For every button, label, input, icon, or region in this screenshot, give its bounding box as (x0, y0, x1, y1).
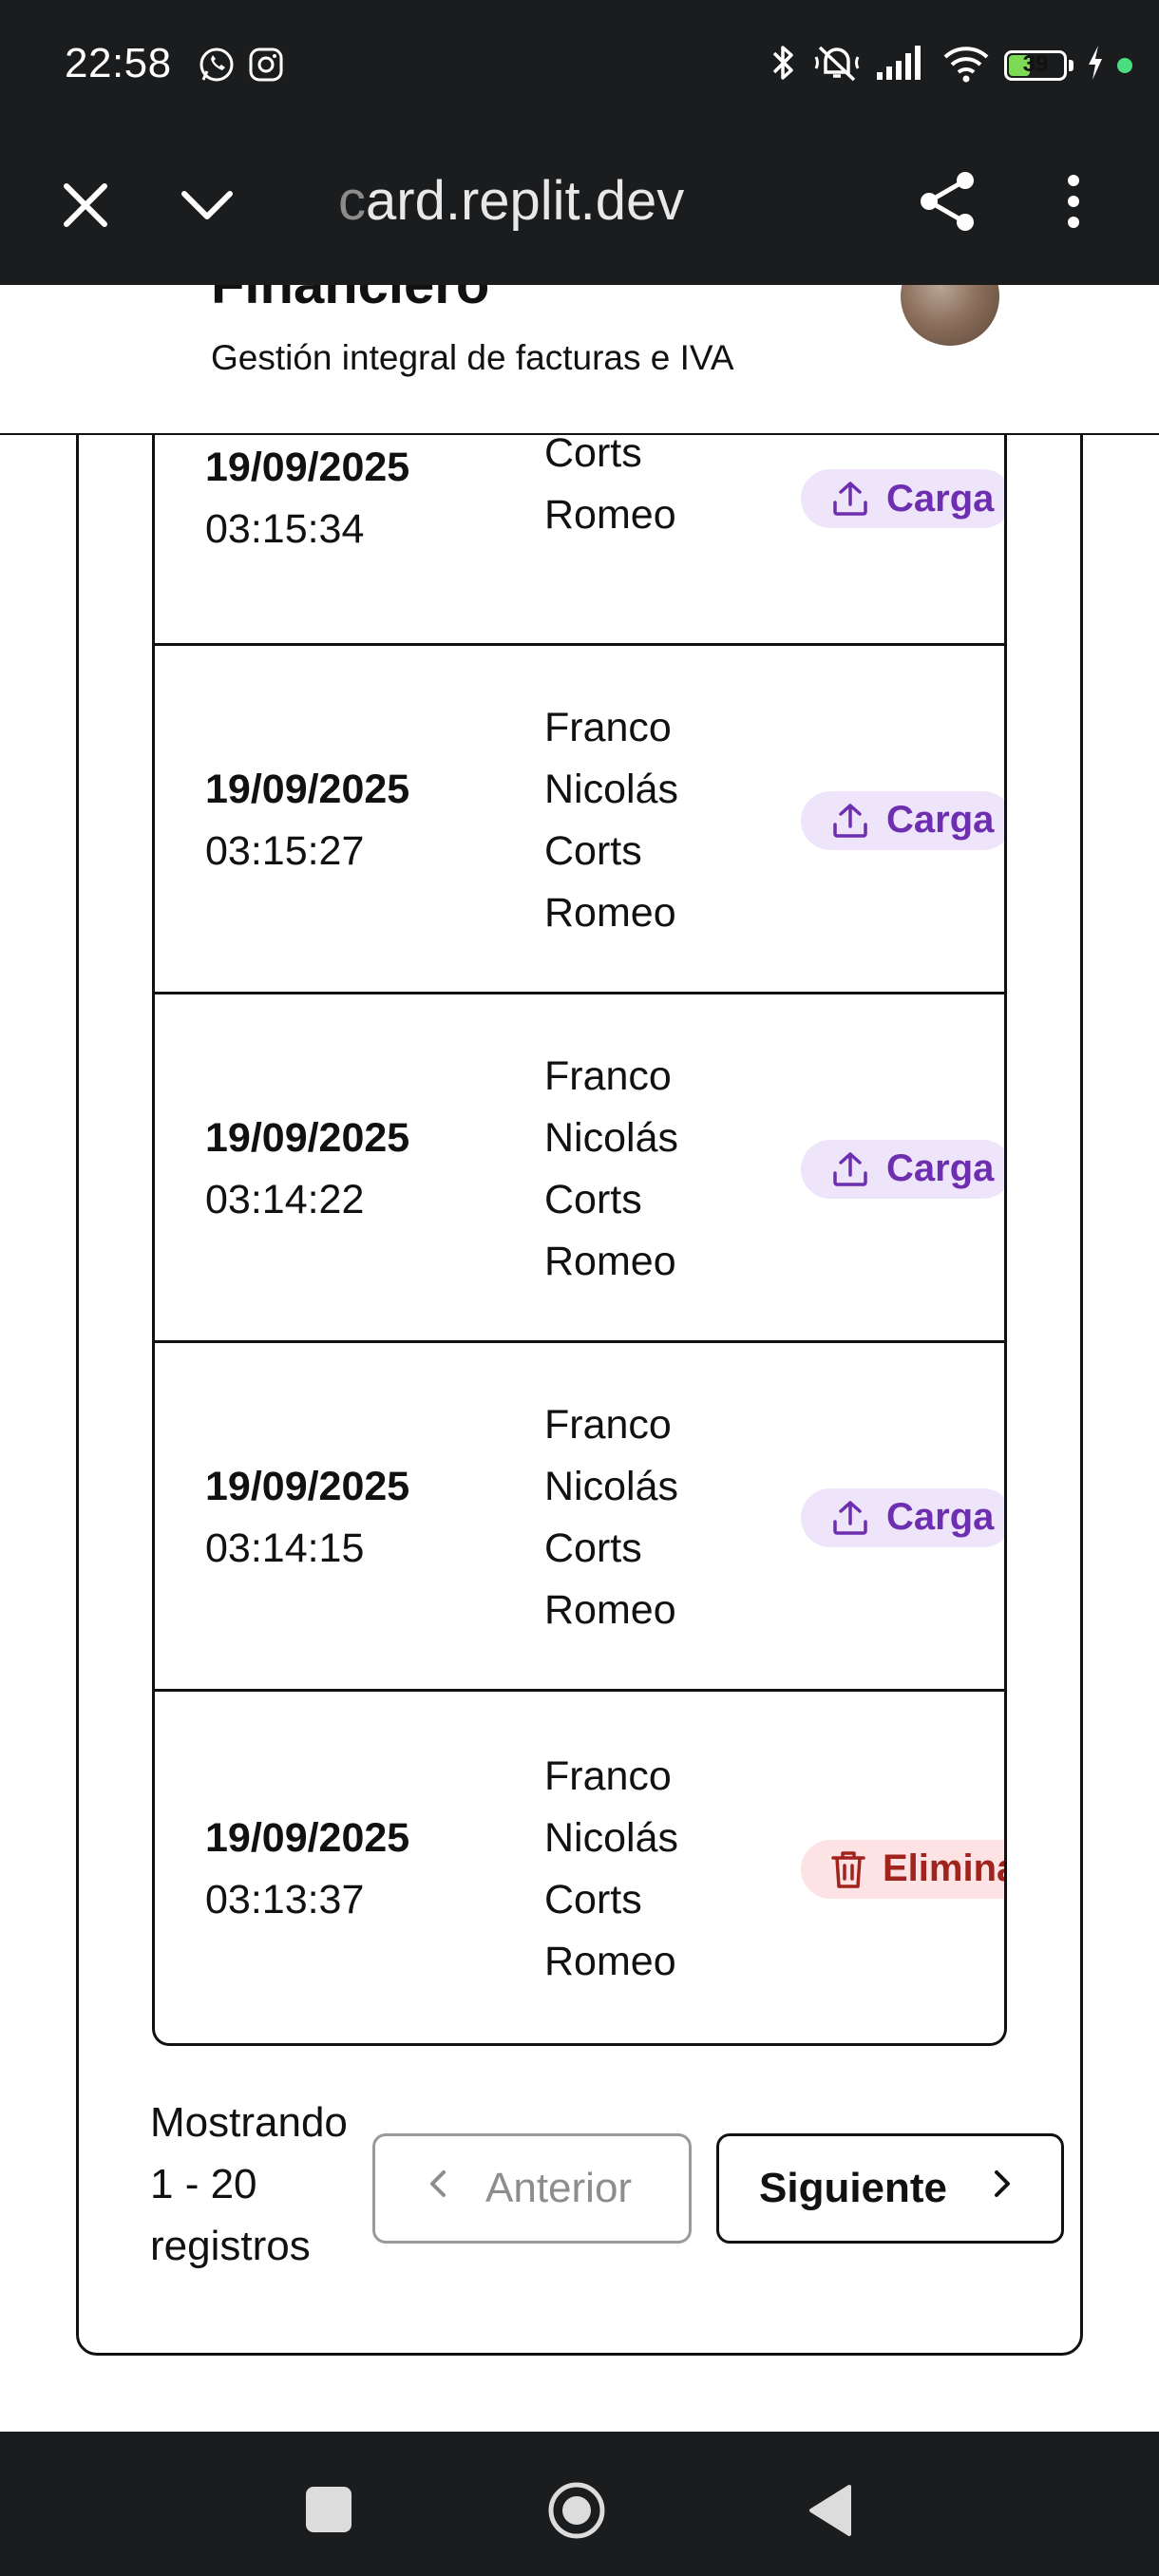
showing-range: 1 - 20 (150, 2161, 257, 2207)
silent-icon (812, 42, 862, 88)
user-name-part: Corts (544, 827, 642, 874)
url-fade: c (338, 170, 366, 232)
user-name-part: Nicolás (544, 1114, 678, 1161)
action-label: Carga (886, 799, 995, 841)
action-label: Carga (886, 1496, 995, 1538)
date-cell: 19/09/2025 03:15:27 (205, 759, 409, 882)
next-label: Siguiente (759, 2165, 948, 2211)
share-icon[interactable] (914, 167, 982, 240)
bluetooth-icon (769, 42, 799, 88)
action-label: Elimina (883, 1847, 1007, 1889)
date-value: 19/09/2025 (205, 1463, 410, 1509)
upload-icon (829, 1497, 871, 1539)
upload-icon (829, 1148, 871, 1190)
user-cell: Franco Nicolás Corts Romeo (544, 1394, 734, 1641)
close-icon[interactable] (55, 175, 116, 240)
user-name-part: Nicolás (544, 1814, 678, 1861)
upload-icon (829, 478, 871, 520)
table-row: 19/09/2025 03:15:27 Franco Nicolás Corts Rome… (155, 646, 1004, 994)
date-cell: 19/09/2025 03:14:15 (205, 1456, 409, 1580)
date-cell: 19/09/2025 03:13:37 (205, 1808, 409, 1931)
time-value: 03:14:22 (205, 1176, 365, 1222)
user-name-part: Franco (544, 1052, 672, 1099)
user-name-part: Franco (544, 1752, 672, 1799)
next-page-button[interactable]: Siguiente (716, 2133, 1064, 2244)
status-time: 22:58 (65, 40, 172, 86)
user-name-part: Franco (544, 704, 672, 750)
battery-level: 39 (1022, 50, 1049, 77)
user-name-part: Nicolás (544, 1463, 678, 1509)
previous-page-button[interactable]: Anterior (372, 2133, 692, 2244)
user-name-part: Romeo (544, 1938, 676, 1984)
user-cell: Franco Nicolás Corts Romeo (544, 697, 734, 944)
showing-label: Mostrando (150, 2099, 348, 2146)
pagination-summary: Mostrando 1 - 20 registros (150, 2092, 348, 2277)
user-name-part: Corts (544, 1176, 642, 1222)
user-name-part: Corts (544, 1525, 642, 1571)
browser-toolbar: card.replit.dev (0, 133, 1159, 285)
date-cell: 19/09/2025 03:14:22 (205, 1108, 409, 1231)
avatar[interactable] (901, 285, 999, 346)
showing-unit: registros (150, 2223, 311, 2269)
delete-action-button[interactable]: Elimina (801, 1839, 1007, 1899)
page-header: Financiero Gestión integral de facturas … (0, 285, 1159, 435)
user-name-part: Franco (544, 1401, 672, 1448)
table-row: 19/09/2025 03:14:22 Franco Nicolás Corts Rome… (155, 994, 1004, 1343)
instagram-icon (247, 46, 285, 88)
upload-action-button[interactable]: Carga (801, 790, 1004, 850)
user-name-part: Nicolás (544, 766, 678, 812)
upload-action-button[interactable]: Carga (801, 469, 1004, 528)
user-cell: Franco Nicolás Corts Romeo (544, 1046, 734, 1293)
user-cell: Franco Nicolás Corts Romeo (544, 1746, 734, 1993)
table-row: 19/09/2025 03:13:37 Franco Nicolás Corts Rome… (155, 1692, 1007, 2043)
date-value: 19/09/2025 (205, 1814, 410, 1861)
user-name-part: Romeo (544, 1586, 676, 1633)
battery-indicator: 39 (1004, 49, 1074, 81)
time-value: 03:13:37 (205, 1876, 365, 1923)
charging-icon (1087, 46, 1104, 85)
date-cell: 19/09/2025 03:15:34 (205, 437, 409, 560)
user-name-part: Corts (544, 1876, 642, 1923)
whatsapp-icon (198, 46, 236, 88)
upload-icon (829, 800, 871, 842)
previous-label: Anterior (485, 2165, 633, 2211)
status-bar: 22:58 39 (0, 0, 1159, 133)
upload-action-button[interactable]: Carga (801, 1487, 1004, 1547)
privacy-indicator-dot (1117, 57, 1132, 73)
more-options-icon[interactable] (1054, 167, 1092, 240)
system-nav-bar (0, 2432, 1159, 2576)
trash-icon (829, 1848, 867, 1890)
date-value: 19/09/2025 (205, 445, 410, 490)
signal-icon (875, 44, 928, 86)
action-label: Carga (886, 477, 995, 520)
time-value: 03:15:34 (205, 506, 365, 552)
date-value: 19/09/2025 (205, 766, 410, 812)
wifi-icon (941, 42, 991, 88)
date-value: 19/09/2025 (205, 1114, 410, 1161)
page-subtitle: Gestión integral de facturas e IVA (211, 338, 734, 377)
chevron-right-icon (989, 2165, 1016, 2213)
home-button[interactable] (547, 2481, 606, 2540)
records-table: 19/09/2025 03:15:34 Nicolás Corts Romeo Carga… (152, 342, 1007, 2046)
user-name-part: Romeo (544, 492, 676, 538)
page-title: Financiero (211, 285, 489, 316)
recents-button[interactable] (306, 2487, 352, 2532)
action-label: Carga (886, 1147, 995, 1189)
user-name-part: Romeo (544, 889, 676, 936)
url-text: ard.replit.dev (366, 170, 685, 232)
time-value: 03:14:15 (205, 1525, 365, 1571)
chevron-down-icon[interactable] (177, 175, 238, 240)
url-bar[interactable]: card.replit.dev (338, 169, 684, 233)
chevron-left-icon (425, 2165, 451, 2213)
time-value: 03:15:27 (205, 827, 365, 874)
upload-action-button[interactable]: Carga (801, 1139, 1004, 1199)
user-name-part: Romeo (544, 1238, 676, 1284)
back-button[interactable] (808, 2483, 853, 2543)
table-row: 19/09/2025 03:14:15 Franco Nicolás Corts Rome… (155, 1343, 1004, 1692)
